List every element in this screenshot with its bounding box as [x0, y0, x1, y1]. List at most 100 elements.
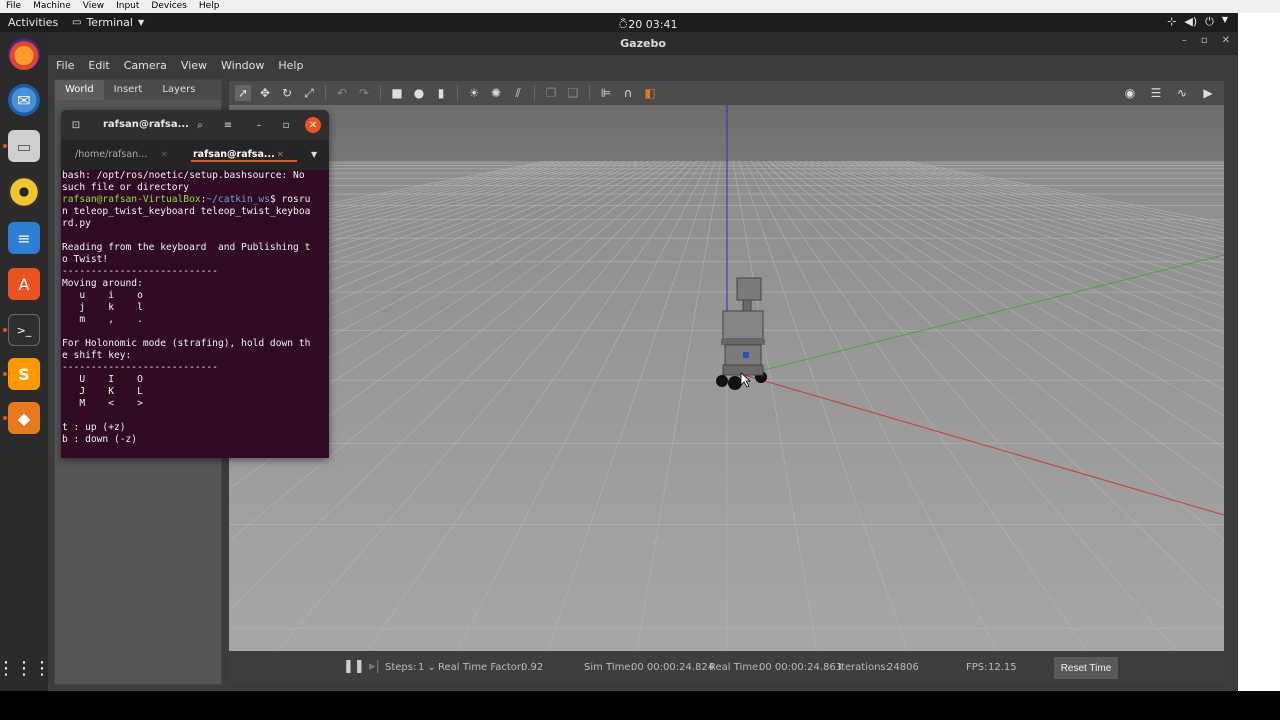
terminal-line: bash: /opt/ros/noetic/setup.bashsource: … [62, 170, 305, 181]
hamburger-menu-icon[interactable]: ≡ [219, 116, 237, 134]
terminal-tabs: /home/rafsan... ✕ rafsan@rafsa... ✕ ▼ [61, 140, 329, 170]
select-arrow-icon[interactable]: ➚ [235, 85, 251, 101]
terminal-line: For Holonomic mode (strafing), hold down… [62, 338, 311, 349]
menu-camera[interactable]: Camera [124, 59, 167, 72]
terminal-output[interactable]: bash: /opt/ros/noetic/setup.bashsource: … [62, 170, 328, 458]
menu-help[interactable]: Help [278, 59, 303, 72]
terminal-icon[interactable]: >_ [8, 314, 40, 346]
running-indicator [3, 372, 7, 376]
running-indicator [3, 328, 7, 332]
terminal-line: such file or directory [62, 182, 190, 193]
rtf-label: Real Time Factor: [438, 662, 525, 673]
screenshot-icon[interactable]: ◉ [1122, 85, 1138, 101]
app-menu[interactable]: ▭ Terminal ▼ [72, 16, 144, 29]
terminal-line: M < > [62, 398, 143, 409]
gazebo-title: Gazebo [620, 37, 666, 50]
menu-edit[interactable]: Edit [88, 59, 109, 72]
files-icon[interactable]: ▭ [8, 130, 40, 162]
vbox-menubar: File Machine View Input Devices Help [0, 0, 1280, 13]
terminal-window: ⊡ rafsan@rafsa... ⌕ ≡ – ▫ ✕ /home/rafsan… [61, 110, 329, 458]
video-icon[interactable]: ▶ [1200, 85, 1216, 101]
gazebo-toolbar: ➚ ✥ ↻ ⤢ ↶ ↷ ■ ● ▮ ☀ ✺ ⫽ ❐ ❏ ⊫ ∩ ◧ ◉ ☰ ∿ … [229, 81, 1224, 105]
menu-window[interactable]: Window [221, 59, 264, 72]
show-apps-icon[interactable]: ⋮⋮⋮ [0, 652, 51, 684]
menu-file[interactable]: File [56, 59, 74, 72]
prompt-command: $ rosru [269, 194, 311, 205]
vbox-menu-devices[interactable]: Devices [151, 0, 186, 13]
firefox-icon[interactable] [8, 38, 40, 70]
tab-layers[interactable]: Layers [152, 80, 205, 100]
change-view-icon[interactable]: ◧ [642, 85, 658, 101]
plot-icon[interactable]: ∿ [1174, 85, 1190, 101]
tab-world[interactable]: World [55, 80, 104, 100]
vbox-menu-view[interactable]: View [83, 0, 104, 13]
terminal-tab-1[interactable]: /home/rafsan... [75, 149, 147, 160]
steps-label: Steps: [385, 662, 417, 673]
software-icon[interactable]: A [8, 268, 40, 300]
fps-value: 12.15 [988, 662, 1017, 673]
tabs-dropdown-icon[interactable]: ▼ [311, 150, 317, 159]
terminal-line: j k l [62, 302, 143, 313]
tab-close-icon[interactable]: ✕ [161, 150, 168, 159]
terminal-line: u i o [62, 290, 143, 301]
directional-light-icon[interactable]: ⫽ [510, 85, 526, 101]
vbox-menu-file[interactable]: File [6, 0, 21, 13]
rhythmbox-icon[interactable] [8, 176, 40, 208]
redo-icon[interactable]: ↷ [356, 85, 372, 101]
log-icon[interactable]: ☰ [1148, 85, 1164, 101]
cylinder-shape-icon[interactable]: ▮ [433, 85, 449, 101]
minimize-icon[interactable]: – [1182, 35, 1187, 46]
running-indicator [3, 416, 7, 420]
ubuntu-topbar: Activities ▭ Terminal ▼ ঁ20 03:41 ⊹ ◀) ⏻… [0, 13, 1238, 32]
pause-icon[interactable]: ❚❚ [343, 659, 365, 674]
system-tray[interactable]: ⊹ ◀) ⏻ ▼ [1167, 15, 1228, 29]
reset-time-button[interactable]: Reset Time [1054, 657, 1118, 679]
point-light-icon[interactable]: ☀ [466, 85, 482, 101]
writer-icon[interactable]: ≡ [8, 222, 40, 254]
scene-svg [229, 105, 1224, 651]
terminal-tab-2[interactable]: rafsan@rafsa... [193, 149, 275, 160]
align-icon[interactable]: ⊫ [598, 85, 614, 101]
gazebo-menubar: File Edit Camera View Window Help [48, 55, 1238, 75]
maximize-icon[interactable]: ▫ [277, 116, 295, 134]
terminal-line: --------------------------- [62, 362, 218, 373]
step-icon[interactable]: ▸| [369, 659, 380, 674]
copy-icon[interactable]: ❐ [543, 85, 559, 101]
tab-insert[interactable]: Insert [104, 80, 153, 100]
close-icon[interactable]: ✕ [1222, 35, 1230, 46]
thunderbird-icon[interactable]: ✉ [8, 84, 40, 116]
terminal-line: e shift key: [62, 350, 132, 361]
steps-value[interactable]: 1 ⌄ [418, 662, 436, 673]
new-tab-icon[interactable]: ⊡ [67, 116, 85, 134]
activities-button[interactable]: Activities [8, 16, 58, 29]
scale-icon[interactable]: ⤢ [301, 85, 317, 101]
tab-close-icon[interactable]: ✕ [277, 150, 284, 159]
snap-icon[interactable]: ∩ [620, 85, 636, 101]
rotate-icon[interactable]: ↻ [279, 85, 295, 101]
close-icon[interactable]: ✕ [305, 117, 321, 133]
terminal-line: rd.py [62, 218, 91, 229]
search-icon[interactable]: ⌕ [191, 116, 209, 134]
sublime-icon[interactable]: S [8, 358, 40, 390]
3d-viewport[interactable] [229, 105, 1224, 651]
vbox-menu-help[interactable]: Help [199, 0, 220, 13]
vbox-menu-input[interactable]: Input [116, 0, 139, 13]
maximize-icon[interactable]: ▫ [1201, 35, 1208, 46]
box-shape-icon[interactable]: ■ [389, 85, 405, 101]
terminal-line: m , . [62, 314, 143, 325]
menu-view[interactable]: View [181, 59, 207, 72]
translate-icon[interactable]: ✥ [257, 85, 273, 101]
host-border [1238, 13, 1280, 691]
paste-icon[interactable]: ❏ [565, 85, 581, 101]
terminal-line: t : up (+z) [62, 422, 126, 433]
vbox-menu-machine[interactable]: Machine [33, 0, 71, 13]
terminal-line: n teleop_twist_keyboard teleop_twist_key… [62, 206, 311, 217]
minimize-icon[interactable]: – [250, 116, 268, 134]
spot-light-icon[interactable]: ✺ [488, 85, 504, 101]
terminal-line: b : down (-z) [62, 434, 138, 445]
sphere-shape-icon[interactable]: ● [411, 85, 427, 101]
dock: ✉ ▭ ≡ A >_ S ◆ ⋮⋮⋮ [0, 32, 51, 691]
undo-icon[interactable]: ↶ [334, 85, 350, 101]
gazebo-icon[interactable]: ◆ [8, 402, 40, 434]
